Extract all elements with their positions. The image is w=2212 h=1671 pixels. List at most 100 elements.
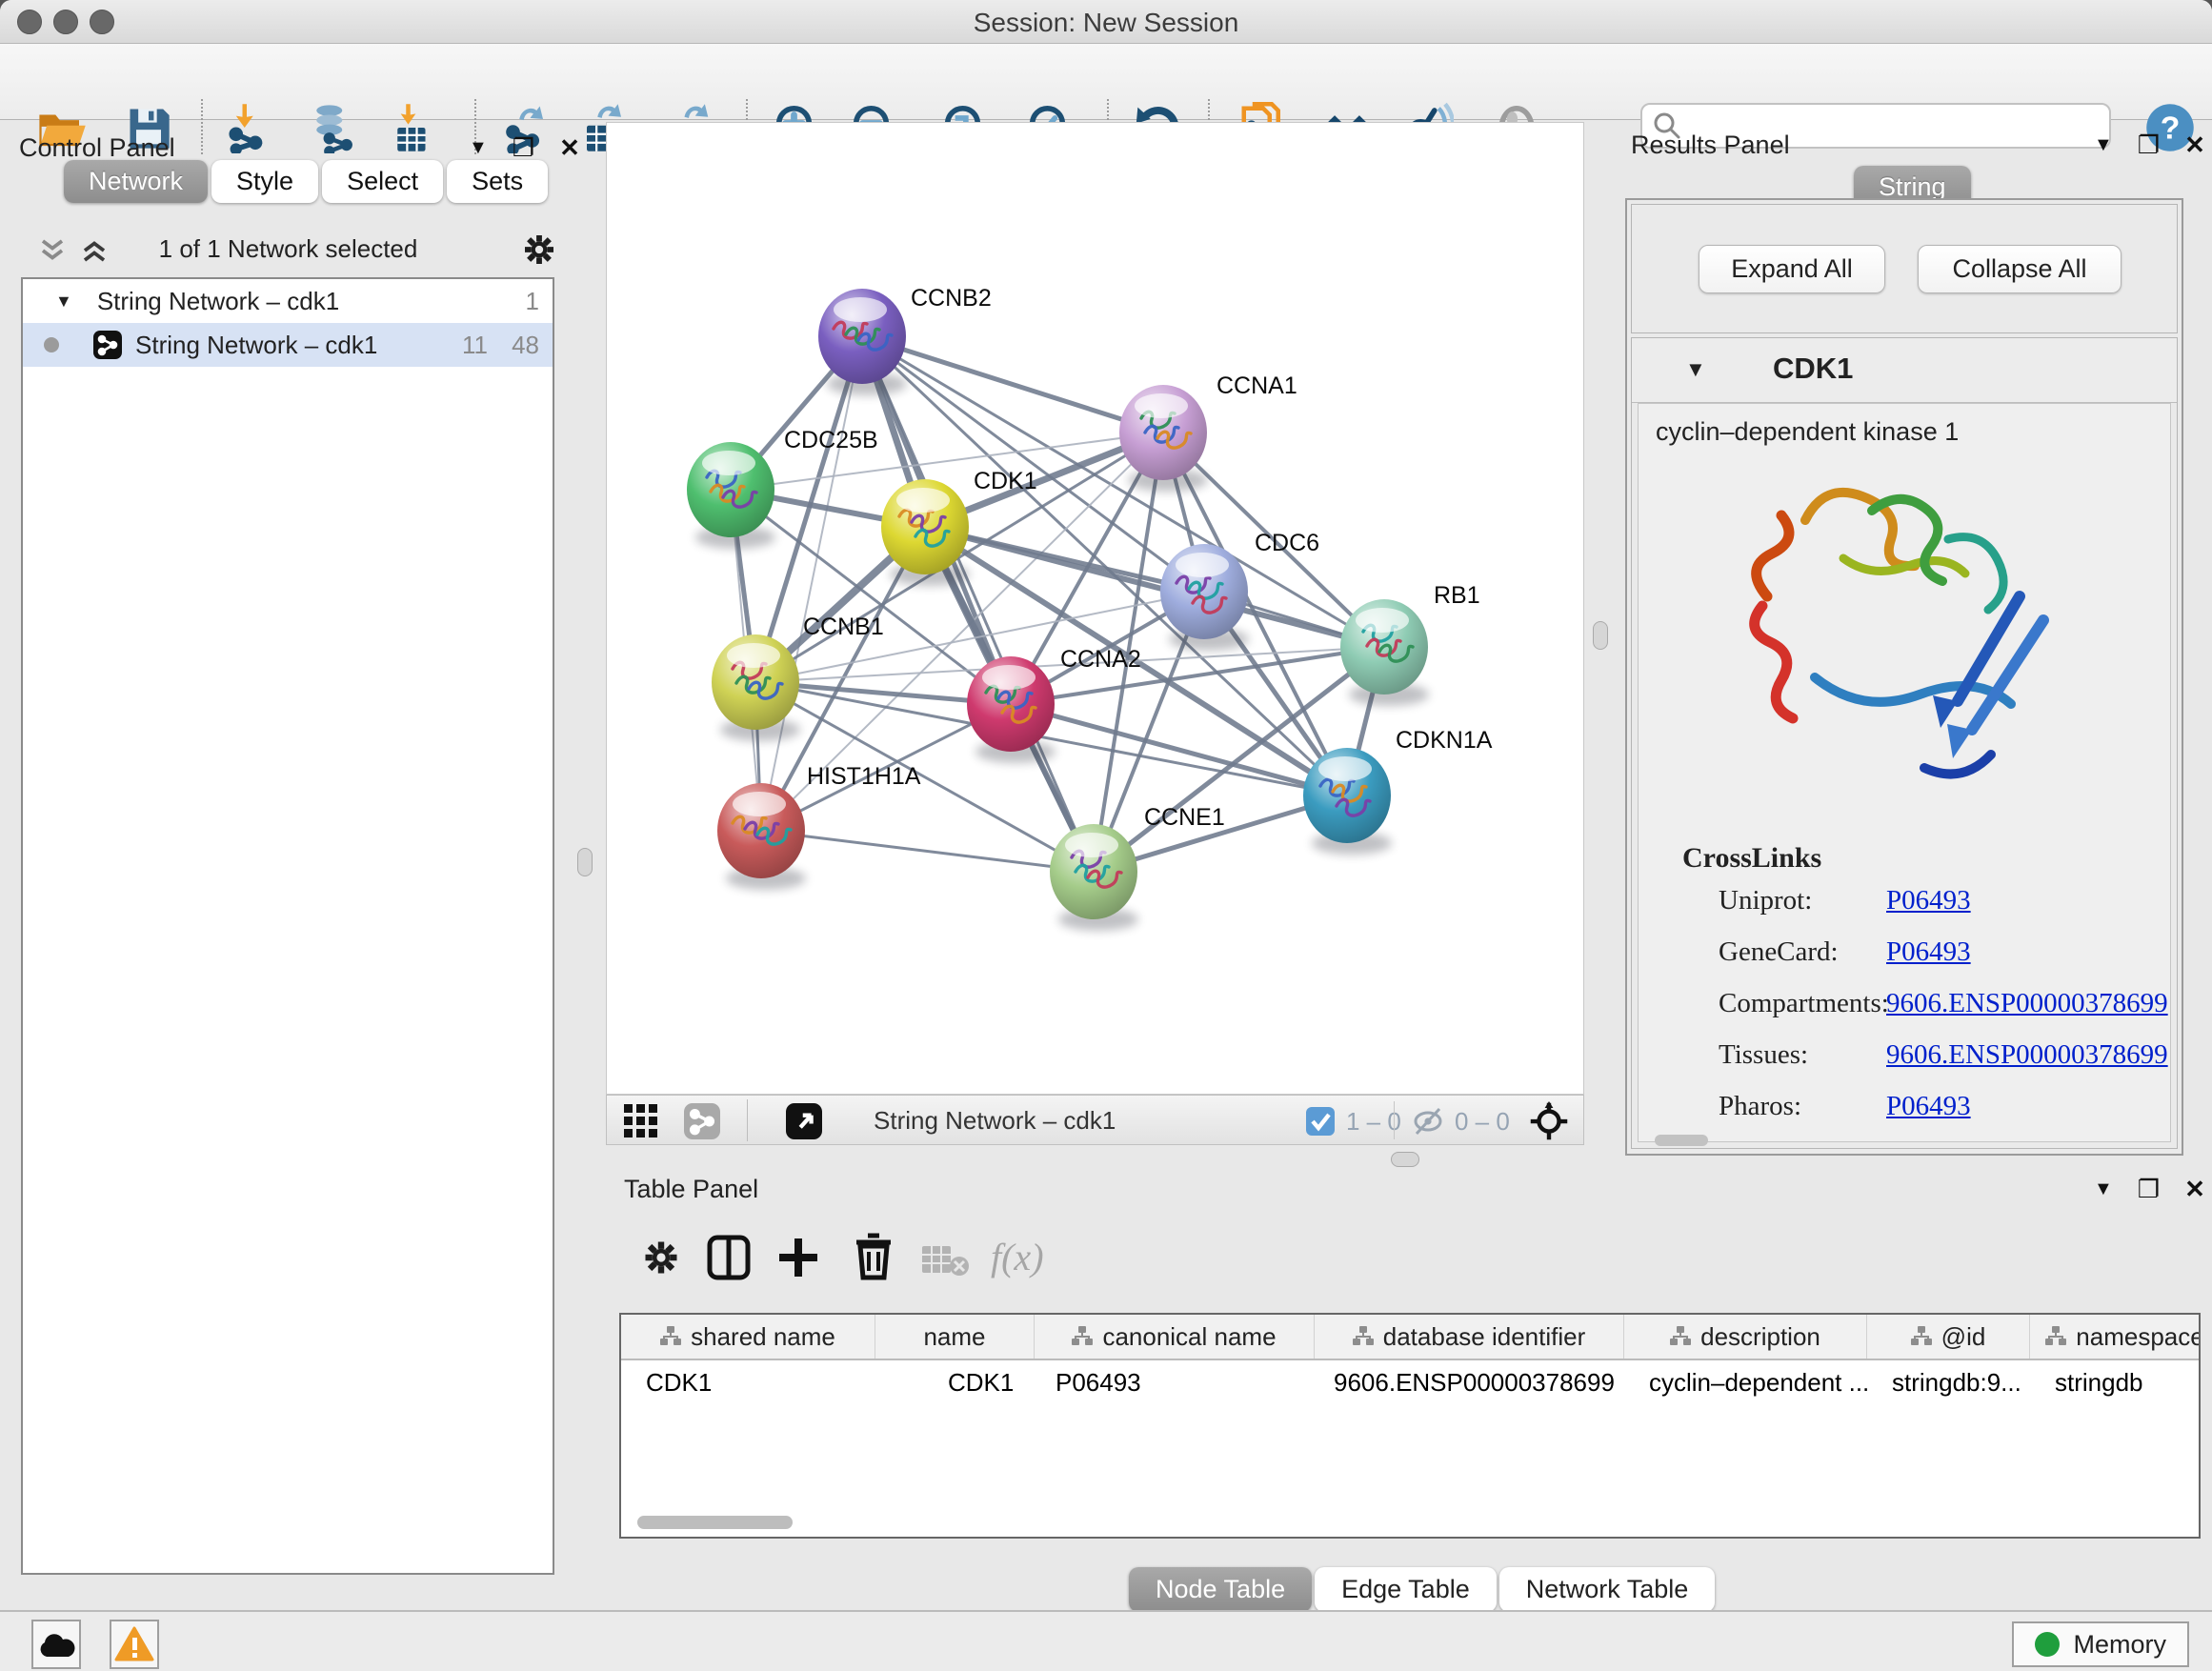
add-column-icon[interactable] — [777, 1237, 819, 1278]
control-panel: Control Panel ▼ ❐ ✕ NetworkStyleSelectSe… — [11, 122, 565, 1581]
results-panel-float-icon[interactable]: ❐ — [2138, 131, 2160, 160]
network-canvas[interactable]: CCNB2CCNA1CDC25BCDK1CDC6RB1CCNB1CCNA2CDK… — [606, 122, 1584, 1095]
table-hscrollbar[interactable] — [637, 1516, 793, 1529]
cell-database-identifier: 9606.ENSP00000378699 — [1315, 1360, 1624, 1404]
results-hscrollbar[interactable] — [1655, 1135, 1708, 1146]
svg-text:CCNA1: CCNA1 — [1217, 372, 1297, 399]
svg-text:CCNA2: CCNA2 — [1060, 646, 1141, 673]
crosslink-row: GeneCard: P06493 — [1639, 936, 2171, 988]
control-panel-tabs: NetworkStyleSelectSets — [64, 160, 552, 203]
control-panel-title: Control Panel — [19, 133, 175, 163]
control-panel-close-icon[interactable]: ✕ — [559, 133, 580, 163]
gene-entry-header[interactable]: ▼ CDK1 — [1632, 338, 2177, 403]
table-row[interactable]: CDK1 CDK1 P06493 9606.ENSP00000378699 cy… — [621, 1360, 2199, 1404]
cloud-button[interactable] — [31, 1620, 81, 1669]
hierarchy-icon — [1072, 1326, 1093, 1347]
status-bar: Memory — [0, 1610, 2212, 1671]
crosslink-row: Compartments: 9606.ENSP00000378699 — [1639, 988, 2171, 1039]
graph-node-RB1: RB1 — [1340, 582, 1480, 706]
control-panel-float-icon[interactable]: ❐ — [513, 133, 534, 163]
crosslink-label: Tissues: — [1719, 1039, 1808, 1071]
crosslink-label: GeneCard: — [1719, 936, 1839, 968]
column-header[interactable]: description — [1624, 1315, 1867, 1359]
results-panel-title: Results Panel — [1631, 131, 1790, 160]
column-header[interactable]: name — [875, 1315, 1035, 1359]
table-panel-menu-icon[interactable]: ▼ — [2094, 1178, 2113, 1200]
gene-symbol: CDK1 — [1773, 352, 1853, 386]
current-network-dot-icon — [44, 337, 59, 352]
graph-node-HIST1H1A: HIST1H1A — [717, 763, 921, 890]
results-panel-close-icon[interactable]: ✕ — [2184, 131, 2205, 160]
gene-description: cyclin–dependent kinase 1 — [1656, 417, 1959, 447]
column-header[interactable]: namespace — [2030, 1315, 2201, 1359]
column-header[interactable]: shared name — [621, 1315, 875, 1359]
column-header[interactable]: @id — [1867, 1315, 2030, 1359]
network-graph[interactable]: CCNB2CCNA1CDC25BCDK1CDC6RB1CCNB1CCNA2CDK… — [607, 123, 1583, 1094]
crosslink-link[interactable]: 9606.ENSP00000378699 — [1886, 1039, 2168, 1071]
function-builder-icon: f(x) — [991, 1235, 1044, 1279]
collapse-all-button[interactable]: Collapse All — [1918, 245, 2122, 293]
network-label: String Network – cdk1 — [135, 331, 377, 360]
open-in-new-icon[interactable] — [785, 1103, 823, 1139]
crosslink-label: Uniprot: — [1719, 885, 1812, 916]
tab-style[interactable]: Style — [211, 160, 318, 203]
selected-checkbox-icon[interactable] — [1305, 1106, 1336, 1137]
warning-button[interactable] — [110, 1620, 159, 1669]
app-window: Session: New Session — [0, 0, 2212, 1671]
bottom-splitter-handle[interactable] — [1391, 1152, 1419, 1167]
memory-button[interactable]: Memory — [2012, 1621, 2189, 1667]
crosslink-row: Pharos: P06493 — [1639, 1091, 2171, 1142]
column-header[interactable]: database identifier — [1315, 1315, 1624, 1359]
svg-text:CDK1: CDK1 — [974, 468, 1037, 494]
hierarchy-icon — [1911, 1326, 1932, 1347]
tab-select[interactable]: Select — [322, 160, 443, 203]
expand-collapse-bar: Expand All Collapse All — [1631, 204, 2178, 333]
svg-text:CDC6: CDC6 — [1255, 530, 1319, 556]
hierarchy-icon — [1353, 1326, 1374, 1347]
crosslink-label: Pharos: — [1719, 1091, 1801, 1122]
right-splitter-handle[interactable] — [1593, 621, 1608, 650]
entry-collapse-icon[interactable]: ▼ — [1685, 357, 1706, 382]
collection-label: String Network – cdk1 — [97, 287, 339, 316]
table-gear-icon[interactable] — [640, 1237, 682, 1278]
cell-id: stringdb:9... — [1867, 1360, 2030, 1404]
column-header[interactable]: canonical name — [1035, 1315, 1315, 1359]
tab-network[interactable]: Network — [64, 160, 208, 203]
table-panel-float-icon[interactable]: ❐ — [2138, 1175, 2160, 1204]
crosslink-link[interactable]: 9606.ENSP00000378699 — [1886, 988, 2168, 1019]
table-panel-close-icon[interactable]: ✕ — [2184, 1175, 2205, 1204]
crosslink-link[interactable]: P06493 — [1886, 936, 1971, 968]
fit-content-crosshair-icon[interactable] — [1529, 1101, 1569, 1141]
svg-text:RB1: RB1 — [1434, 582, 1480, 609]
hidden-node-edge-count: 0 – 0 — [1455, 1107, 1510, 1137]
show-columns-icon[interactable] — [707, 1235, 751, 1280]
svg-text:CDC25B: CDC25B — [784, 427, 878, 453]
control-panel-menu-icon[interactable]: ▼ — [469, 137, 488, 159]
crosslinks-list: Uniprot: P06493 GeneCard: P06493 Compart… — [1639, 885, 2171, 1142]
tab-node-table[interactable]: Node Table — [1129, 1567, 1312, 1612]
expand-all-button[interactable]: Expand All — [1699, 245, 1885, 293]
crosslink-link[interactable]: P06493 — [1886, 885, 1971, 916]
hierarchy-icon — [660, 1326, 681, 1347]
tab-edge-table[interactable]: Edge Table — [1315, 1567, 1497, 1612]
network-share-gray-icon[interactable] — [683, 1103, 721, 1139]
tree-expand-icon[interactable]: ▼ — [55, 292, 72, 312]
svg-text:CCNE1: CCNE1 — [1144, 804, 1225, 831]
tab-network-table[interactable]: Network Table — [1499, 1567, 1716, 1612]
table-tabs: Node TableEdge TableNetwork Table — [1129, 1567, 1718, 1612]
gear-icon[interactable] — [520, 231, 558, 269]
network-collection-row[interactable]: ▼ String Network – cdk1 1 — [23, 279, 553, 323]
tab-sets[interactable]: Sets — [447, 160, 548, 203]
network-row[interactable]: String Network – cdk1 11 48 — [23, 323, 553, 367]
results-panel-menu-icon[interactable]: ▼ — [2094, 134, 2113, 156]
cell-canonical-name: P06493 — [1035, 1360, 1315, 1404]
left-splitter-handle[interactable] — [577, 848, 593, 876]
crosslink-label: Compartments: — [1719, 988, 1889, 1019]
netbar-separator — [1394, 1101, 1395, 1139]
protein-structure-image — [1729, 453, 2091, 825]
node-table[interactable]: shared name name canonical name database… — [619, 1313, 2201, 1539]
delete-column-trash-icon[interactable] — [853, 1233, 895, 1280]
gene-entry: ▼ CDK1 cyclin–dependent kinase 1 — [1631, 337, 2178, 1149]
birds-eye-icon[interactable] — [623, 1103, 661, 1139]
crosslink-link[interactable]: P06493 — [1886, 1091, 1971, 1122]
